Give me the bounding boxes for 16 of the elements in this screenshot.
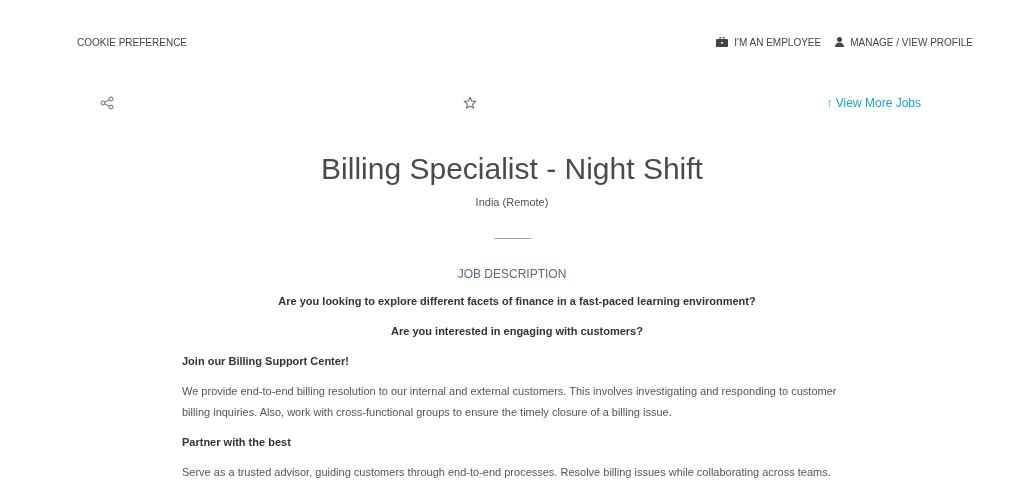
person-icon [835,37,845,47]
section-heading: JOB DESCRIPTION [456,267,568,281]
cookie-preference-link[interactable]: COOKIE PREFERENCE [77,36,188,48]
share-icon[interactable] [100,96,114,110]
profile-link[interactable]: MANAGE / VIEW PROFILE [835,36,973,48]
job-title: Billing Specialist - Night Shift [320,152,704,186]
job-location: India (Remote) [474,196,550,208]
paragraph: Serve as a trusted advisor, guiding customers through end-to-end processes. Resolve billing issues while collaborating across teams. [182,465,832,480]
question-text: Are you looking to explore different facets of finance in a fast-paced learning environment? [277,294,757,309]
subheading: Partner with the best [182,435,292,450]
star-icon[interactable] [463,96,478,110]
paragraph: We provide end-to-end billing resolution to our internal and external customers. This involves investigating and responding to customer billing inquiries. Also, work with cross-functional groups to ensure the timely closure of a billing issue. [182,384,838,420]
briefcase-icon [716,37,729,47]
employee-link[interactable]: I'M AN EMPLOYEE [716,36,822,48]
question-text: Are you interested in engaging with customers? [390,324,644,339]
subheading: Join our Billing Support Center! [182,354,350,369]
